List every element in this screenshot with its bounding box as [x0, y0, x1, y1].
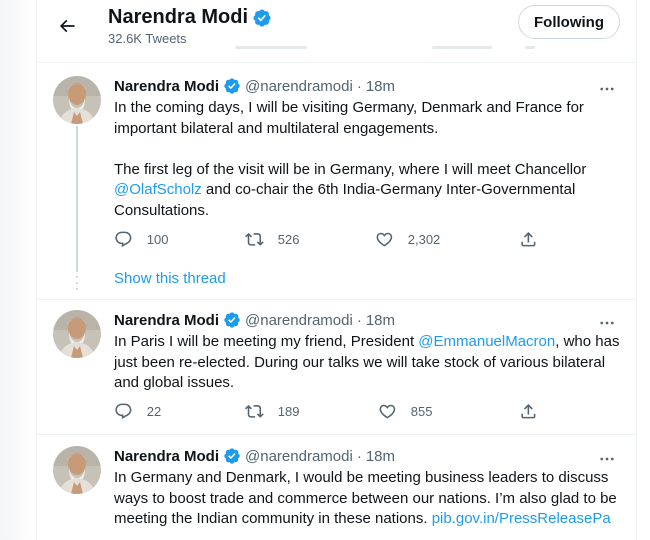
- like-button[interactable]: 2,302: [375, 230, 440, 249]
- reply-button[interactable]: 100: [114, 230, 168, 249]
- more-options-icon: [600, 321, 614, 325]
- show-thread-link[interactable]: Show this thread: [114, 270, 226, 287]
- verified-badge-icon: [252, 8, 272, 28]
- timestamp[interactable]: 18m: [366, 312, 395, 329]
- author-name[interactable]: Narendra Modi: [114, 312, 219, 329]
- column-border-right: [636, 0, 637, 540]
- author-handle[interactable]: @narendramodi: [245, 78, 353, 95]
- link[interactable]: pib.gov.in/PressReleasePa: [432, 510, 611, 527]
- separator: ·: [356, 447, 362, 465]
- tweet-text: In Germany and Denmark, I would be meeti…: [114, 468, 624, 530]
- share-icon: [521, 404, 536, 419]
- tweet-count: 32.6K Tweets: [108, 31, 187, 46]
- profile-name: Narendra Modi: [108, 6, 249, 28]
- tweet-text-part: In the coming days, I will be visiting G…: [114, 99, 587, 178]
- tweet-2[interactable]: Narendra Modi @narendramodi · 18m In Par…: [37, 300, 636, 434]
- retweet-icon: [245, 233, 264, 246]
- mention-link[interactable]: @EmmanuelMacron: [418, 333, 555, 350]
- like-count: 2,302: [407, 231, 441, 247]
- share-button[interactable]: [519, 230, 538, 249]
- verified-badge-icon: [223, 311, 241, 329]
- separator: ·: [356, 77, 362, 95]
- like-count: 855: [410, 403, 433, 419]
- tweet-1[interactable]: Narendra Modi @narendramodi · 18m In the…: [37, 62, 636, 306]
- reply-button[interactable]: 22: [114, 402, 161, 421]
- tweet-actions: 22 189 855: [114, 402, 554, 426]
- author-handle[interactable]: @narendramodi: [245, 448, 353, 465]
- timestamp[interactable]: 18m: [366, 448, 395, 465]
- mention-link[interactable]: @OlafScholz: [114, 181, 202, 198]
- share-button[interactable]: [519, 402, 538, 421]
- author-handle[interactable]: @narendramodi: [245, 312, 353, 329]
- verified-badge-icon: [223, 447, 241, 465]
- left-background: [0, 0, 36, 540]
- retweet-icon: [245, 405, 264, 418]
- share-icon: [521, 232, 536, 247]
- like-button[interactable]: 855: [378, 402, 432, 421]
- timestamp[interactable]: 18m: [366, 78, 395, 95]
- tweet-text: In Paris I will be meeting my friend, Pr…: [114, 332, 624, 394]
- retweet-button[interactable]: 189: [245, 402, 299, 421]
- separator: ·: [356, 311, 362, 329]
- back-button[interactable]: [49, 8, 85, 44]
- more-options-icon: [600, 457, 614, 461]
- like-icon: [379, 404, 396, 419]
- retweet-button[interactable]: 526: [245, 230, 299, 249]
- thread-dot: [76, 282, 78, 284]
- following-button[interactable]: Following: [518, 5, 620, 39]
- thread-line: [76, 126, 78, 272]
- avatar[interactable]: [53, 310, 101, 358]
- reply-icon: [115, 403, 132, 419]
- back-arrow-icon: [59, 19, 75, 33]
- tweet-text-part: In Paris I will be meeting my friend, Pr…: [114, 333, 419, 350]
- author-name[interactable]: Narendra Modi: [114, 78, 219, 95]
- retweet-count: 526: [277, 231, 300, 247]
- thread-dot: [76, 288, 78, 290]
- tweet-3[interactable]: Narendra Modi @narendramodi · 18m In Ger…: [37, 435, 636, 540]
- tweet-text: In the coming days, I will be visiting G…: [114, 98, 624, 221]
- retweet-count: 189: [277, 403, 300, 419]
- reply-icon: [115, 231, 132, 247]
- author-name[interactable]: Narendra Modi: [114, 448, 219, 465]
- reply-count: 22: [146, 403, 162, 419]
- reply-count: 100: [146, 231, 169, 247]
- more-options-icon: [600, 87, 614, 91]
- thread-dot: [76, 276, 78, 278]
- verified-badge-icon: [223, 77, 241, 95]
- header-scroll-fade: [37, 46, 636, 62]
- like-icon: [376, 232, 393, 247]
- tweet-actions: 100 526 2,302: [114, 230, 554, 254]
- avatar[interactable]: [53, 446, 101, 494]
- avatar[interactable]: [53, 76, 101, 124]
